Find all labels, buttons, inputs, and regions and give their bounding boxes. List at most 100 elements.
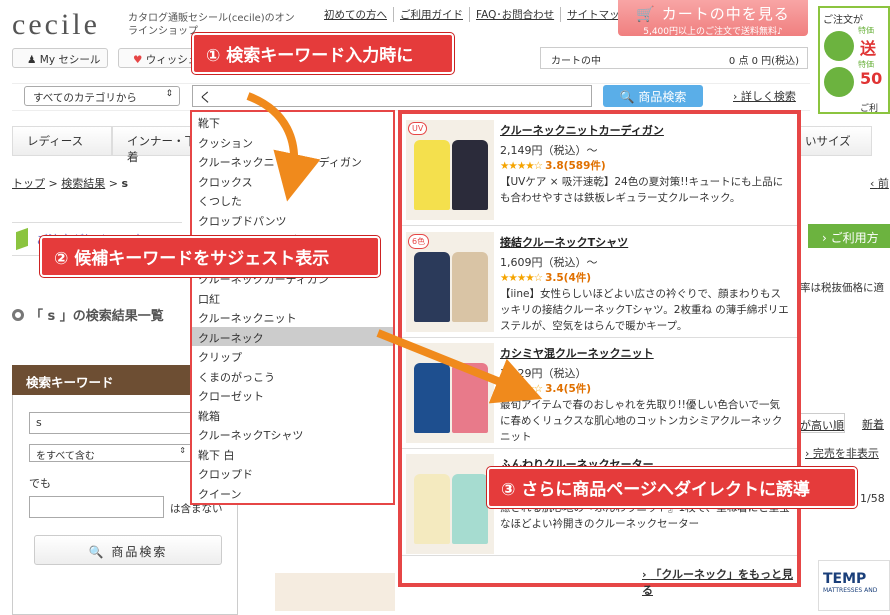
product-description: 【iine】女性らしいほどよい広さの衿ぐりで、顔まわりもスッキリの接結クルーネッ… (500, 288, 789, 332)
topnav-faq[interactable]: FAQ･お問合わせ (470, 7, 562, 22)
product-rating-text: 3.8(589件) (545, 160, 606, 172)
product-name[interactable]: カシミヤ混クルーネックニット (500, 345, 654, 361)
view-cart-label: カートの中を見る (661, 5, 790, 23)
keyword-mode-select[interactable]: をすべて含む ⇕ (29, 444, 191, 462)
product-badge: 6色 (408, 234, 430, 249)
my-cecile-label: My セシール (39, 54, 101, 66)
product-search-button[interactable]: 🔍 商品検索 (603, 85, 703, 107)
shipping-promo-banner[interactable]: ご注文が 送特価 50 特価 ご利 (818, 6, 890, 114)
truck-icon (824, 31, 854, 61)
star-rating-icon: ★★★★☆ (500, 272, 543, 284)
breadcrumb-results[interactable]: 検索結果 (61, 177, 105, 190)
callout-step-2: ② 候補キーワードをサジェスト表示 (40, 236, 380, 277)
usage-guide-label: ご利用方法 (822, 231, 879, 262)
suggestion-item[interactable]: クルーネック (192, 326, 393, 346)
select-arrows-icon: ⇕ (179, 446, 186, 455)
topnav-guide[interactable]: ご利用ガイド (394, 7, 470, 22)
tempur-ad[interactable]: TEMP MATTRESSES AND (818, 560, 890, 611)
product-rating-text: 3.4(5件) (545, 383, 592, 395)
page-count: 1/58 (860, 492, 885, 505)
more-results-label: 「クルーネック」をもっと見る (642, 568, 794, 597)
suggestion-item[interactable]: くまのがっこう (192, 366, 393, 386)
my-cecile-button[interactable]: ♟ My セシール (12, 48, 108, 68)
suggestion-item[interactable]: クリップ (192, 346, 393, 366)
tax-note: 率は税抜価格に適 (800, 282, 884, 294)
product-image[interactable] (406, 343, 494, 443)
suggestion-item[interactable]: 靴下 白 (192, 444, 393, 464)
search-icon: 🔍 (619, 90, 635, 104)
suggestion-item[interactable]: クルーネックニット (192, 307, 393, 327)
product-suggestion[interactable]: カシミヤ混クルーネックニット 3,229円（税込） ★★★☆☆ 3.4(5件) 最旬アイ… (402, 339, 797, 449)
ring-icon (12, 309, 24, 321)
product-name[interactable]: 接結クルーネックTシャツ (500, 234, 628, 250)
product-suggestion-panel: › 「クルーネック」をもっと見る UV クルーネックニットカーディガン 2,149円… (398, 110, 801, 597)
sort-price-desc[interactable]: が高い順 (795, 413, 845, 433)
cart-summary: カートの中 0 点 0 円(税込) (540, 47, 808, 69)
promo-text-2: 50 (860, 69, 883, 88)
keyword-search-label: 商品検索 (111, 545, 168, 559)
suggestion-item[interactable]: クルーネックTシャツ (192, 424, 393, 444)
product-rating: ★★★☆☆ 3.4(5件) (500, 381, 591, 396)
category-select-value: すべてのカテゴリから (33, 92, 137, 104)
breadcrumb-current: s (121, 177, 128, 190)
star-rating-icon: ★★★★☆ (500, 160, 543, 172)
search-input[interactable]: く (192, 85, 592, 107)
product-price: 3,229円（税込） (500, 367, 587, 380)
suggestion-item[interactable]: くつした (192, 190, 393, 210)
and-label: でも (29, 477, 51, 490)
sort-newest[interactable]: 新着 (862, 416, 884, 432)
category-ladies[interactable]: レディース (12, 126, 112, 156)
cart-icon: 🛒 (636, 5, 656, 23)
suggestion-item[interactable]: クッション (192, 132, 393, 152)
product-name[interactable]: クルーネックニットカーディガン (500, 122, 664, 138)
topnav-first-time[interactable]: 初めての方へ (318, 7, 394, 22)
hide-soldout-label: 完売を非表示 (812, 447, 879, 460)
suggestion-item[interactable]: クイーン (192, 483, 393, 503)
top-nav: 初めての方へ ご利用ガイド FAQ･お問合わせ サイトマップ (318, 7, 636, 22)
heart-icon: ♥ (133, 54, 146, 66)
suggestion-item[interactable]: 靴箱 (192, 405, 393, 425)
category-select[interactable]: すべてのカテゴリから ⇕ (24, 86, 180, 106)
breadcrumb: トップ > 検索結果 > s (12, 177, 128, 190)
chevron-left-icon: ‹ (870, 177, 878, 190)
suggestion-item[interactable]: クロップドパンツ (192, 210, 393, 230)
keyword-search-button[interactable]: 🔍 商品検索 (34, 535, 222, 565)
site-logo[interactable]: cecile (12, 8, 100, 42)
more-results-link[interactable]: › 「クルーネック」をもっと見る (642, 566, 797, 598)
suggestion-item[interactable]: クローゼット (192, 385, 393, 405)
suggestion-item[interactable]: 靴下 (192, 112, 393, 132)
product-description: 最旬アイテムで春のおしゃれを先取り!!優しい色合いで一気に春めくリュクスな肌心地… (500, 399, 783, 443)
product-suggestion[interactable]: UV クルーネックニットカーディガン 2,149円（税込）～ ★★★★☆ 3.8(589… (402, 116, 797, 226)
product-badge: UV (408, 122, 428, 135)
cart-summary-label: カートの中 (551, 56, 601, 67)
free-shipping-note: 5,400円以上のご注文で送料無料♪ (643, 27, 783, 37)
result-title: 「 s 」の検索結果一覧 (30, 309, 164, 324)
breadcrumb-prev-link[interactable]: ‹ 前 (870, 175, 889, 191)
suggestion-item[interactable]: クルーネックニットカーディガン (192, 151, 393, 171)
view-cart-button[interactable]: 🛒 カートの中を見る 5,400円以上のご注文で送料無料♪ (618, 0, 808, 37)
product-image[interactable] (406, 454, 494, 554)
advanced-search-label: 詳しく検索 (740, 90, 796, 103)
product-image[interactable]: UV (406, 120, 494, 220)
chevron-right-icon: › (733, 90, 741, 103)
cart-promo-icon (824, 67, 854, 97)
suggestion-item[interactable]: クロップド (192, 463, 393, 483)
category-large-size[interactable]: いサイズ (800, 126, 872, 156)
callout-step-3: ③ さらに商品ページへダイレクトに誘導 (487, 467, 857, 508)
person-icon: ♟ (27, 54, 40, 66)
hide-soldout-link[interactable]: › 完売を非表示 (805, 445, 879, 461)
breadcrumb-top[interactable]: トップ (12, 177, 45, 190)
product-image[interactable]: 6色 (406, 232, 494, 332)
usage-guide-button[interactable]: › ご利用方法 (808, 224, 890, 262)
promo-text-1: 送 (860, 39, 877, 58)
cart-summary-value: 0 点 0 円(税込) (728, 56, 799, 67)
product-suggestion[interactable]: 6色 接結クルーネックTシャツ 1,609円（税込）～ ★★★★☆ 3.5(4件) 【ii… (402, 228, 797, 338)
tempur-brand: TEMP (823, 571, 867, 587)
suggestion-item[interactable]: 口紅 (192, 288, 393, 308)
advanced-search-link[interactable]: › 詳しく検索 (733, 88, 796, 104)
promo-tag-1: 特価 (858, 26, 874, 35)
exclude-keyword-input[interactable] (29, 496, 164, 518)
suggestion-item[interactable]: クロックス (192, 171, 393, 191)
tempur-sub: MATTRESSES AND (823, 587, 878, 594)
product-thumbnail[interactable] (275, 573, 395, 611)
